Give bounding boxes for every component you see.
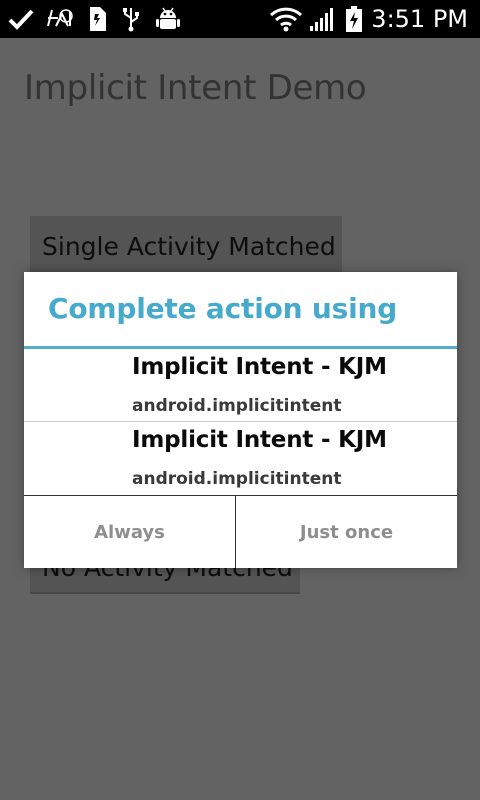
chooser-dialog: Complete action using Implicit Intent - …: [24, 272, 457, 568]
list-item[interactable]: Implicit Intent - KJM android.implicitin…: [24, 422, 457, 494]
package-name: android.implicitintent: [132, 396, 342, 416]
status-bar: 3:51 PM: [0, 0, 480, 38]
status-time: 3:51 PM: [371, 5, 468, 33]
app-title: Implicit Intent Demo: [24, 68, 367, 108]
list-item[interactable]: Implicit Intent - KJM android.implicitin…: [24, 349, 457, 421]
usb-icon: [120, 6, 142, 32]
signal-icon: [308, 6, 338, 32]
sd-card-icon: [86, 6, 108, 32]
just-once-button[interactable]: Just once: [236, 496, 457, 568]
android-debug-icon: [154, 6, 182, 32]
dialog-title: Complete action using: [48, 292, 398, 325]
wifi-icon: [268, 6, 304, 32]
always-button[interactable]: Always: [24, 496, 235, 568]
single-activity-label: Single Activity Matched: [42, 231, 336, 261]
battery-charging-icon: [344, 6, 364, 32]
single-activity-button[interactable]: Single Activity Matched: [30, 216, 342, 278]
package-name: android.implicitintent: [132, 469, 342, 489]
app-logo-icon: [44, 6, 74, 32]
app-name: Implicit Intent - KJM: [132, 427, 387, 453]
checkmark-icon: [6, 6, 36, 32]
app-name: Implicit Intent - KJM: [132, 354, 387, 380]
